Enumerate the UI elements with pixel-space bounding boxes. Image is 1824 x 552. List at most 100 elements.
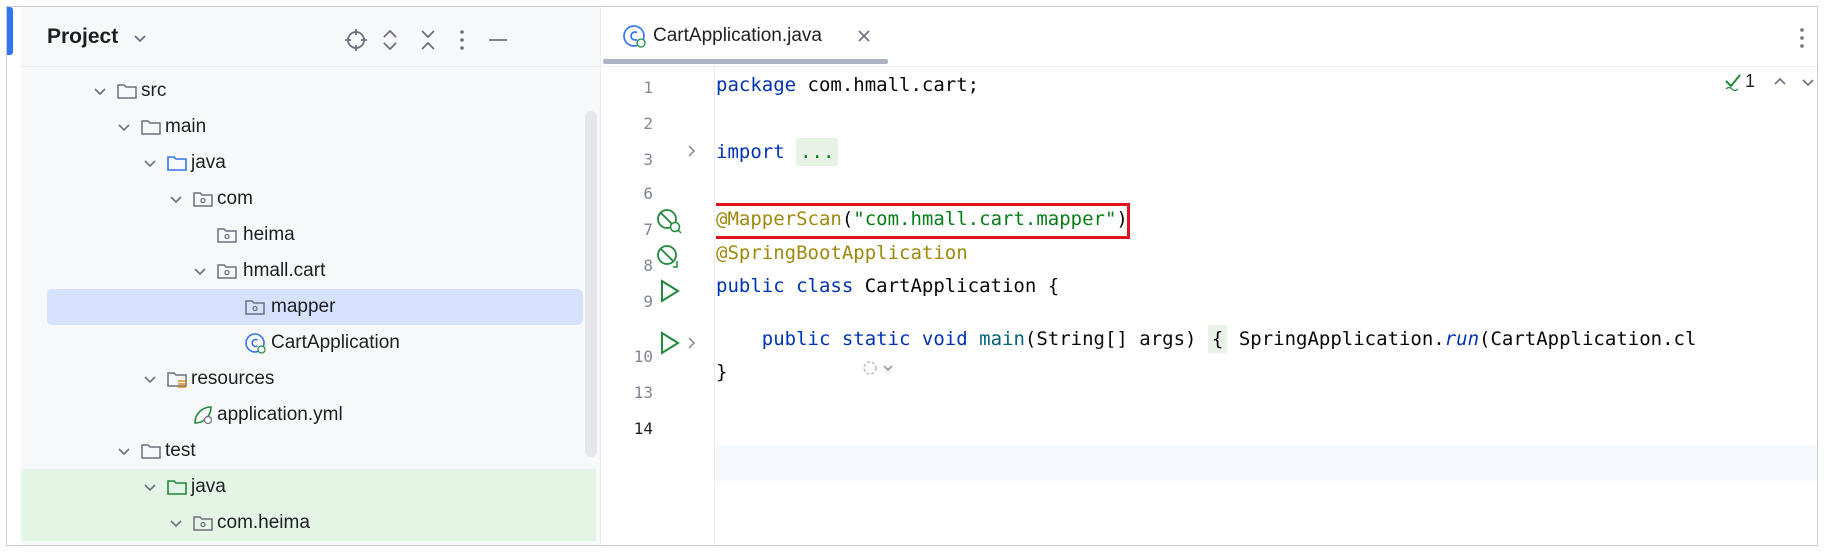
mybatis-mapper-icon[interactable] <box>655 207 683 235</box>
check-icon <box>1723 71 1743 92</box>
editor-gutter: 1 2 3 6 7 8 9 10 13 14 <box>603 67 715 545</box>
annotation: @MapperScan <box>716 208 842 230</box>
line-number: 14 <box>633 419 653 438</box>
tree-item-label: heima <box>243 224 295 245</box>
code-line-7: @MapperScan("com.hmall.cart.mapper") <box>716 208 1128 230</box>
chevron-down-icon[interactable] <box>91 82 109 100</box>
editor-tab-bar: CartApplication.java <box>603 7 1817 67</box>
code-text: SpringApplication. <box>1227 328 1445 350</box>
chevron-up-icon[interactable] <box>1771 73 1789 91</box>
minimize-icon[interactable] <box>485 27 511 53</box>
chevron-down-icon[interactable] <box>1799 73 1817 91</box>
tree-item-test-java[interactable]: java <box>21 469 596 505</box>
folded-body-brace[interactable]: { <box>1207 325 1228 353</box>
chevron-down-icon[interactable] <box>191 262 209 280</box>
fold-expand-icon[interactable] <box>683 335 699 351</box>
tree-item-label: com.heima <box>217 512 310 533</box>
chevron-down-icon[interactable] <box>141 154 159 172</box>
keyword: import <box>716 141 785 163</box>
tree-item-main[interactable]: main <box>21 109 581 145</box>
keyword: package <box>716 74 797 96</box>
tree-item-label: mapper <box>271 296 336 317</box>
inlay-hint-icon[interactable] <box>860 357 896 379</box>
tree-item-heima[interactable]: heima <box>21 217 581 253</box>
run-icon[interactable] <box>655 329 683 357</box>
tree-scrollbar[interactable] <box>585 111 597 457</box>
run-icon[interactable] <box>655 277 683 305</box>
code-line-1: package com.hmall.cart; <box>716 74 979 96</box>
folder-icon <box>139 439 163 463</box>
line-number: 13 <box>633 383 653 402</box>
code-text: (String[] args) <box>1024 328 1208 350</box>
code-line-10: public static void main(String[] args) {… <box>716 325 1697 353</box>
code-line-8: @SpringBootApplication <box>716 242 968 264</box>
tree-item-hmall-cart[interactable]: hmall.cart <box>21 253 581 289</box>
tree-item-label: src <box>141 80 167 101</box>
code-line-9: public class CartApplication { <box>716 275 1059 297</box>
locate-icon[interactable] <box>343 27 369 53</box>
current-line-highlight <box>716 445 1817 481</box>
tree-item-cart-application[interactable]: CartApplication <box>21 325 581 361</box>
package-icon <box>243 295 267 319</box>
spring-config-icon <box>191 403 215 427</box>
tree-item-com-heima[interactable]: com.heima <box>21 505 596 541</box>
panel-title[interactable]: Project <box>47 25 118 49</box>
tree-item-src[interactable]: src <box>21 73 581 109</box>
expand-all-icon[interactable] <box>377 27 403 53</box>
resources-folder-icon <box>165 367 189 391</box>
tree-item-label: application.yml <box>217 404 343 425</box>
chevron-down-icon[interactable] <box>115 118 133 136</box>
tree-item-java[interactable]: java <box>21 145 581 181</box>
chevron-down-icon[interactable] <box>167 190 185 208</box>
code-line-3: import ... <box>716 138 839 166</box>
more-icon[interactable] <box>1791 25 1813 51</box>
tree-item-test[interactable]: test <box>21 433 581 469</box>
spring-class-icon <box>243 331 267 355</box>
line-number: 8 <box>643 256 653 275</box>
line-number: 7 <box>643 220 653 239</box>
package-icon <box>191 187 215 211</box>
tree-item-label: main <box>165 116 207 137</box>
package-icon <box>191 511 215 535</box>
package-icon <box>215 223 239 247</box>
tree-item-label: test <box>165 440 196 461</box>
chevron-down-icon[interactable] <box>167 514 185 532</box>
line-number: 1 <box>643 78 653 97</box>
package-icon <box>215 259 239 283</box>
line-number: 10 <box>633 347 653 366</box>
code-text: } <box>716 361 728 383</box>
code-text: ) <box>1116 208 1128 230</box>
folder-icon <box>139 115 163 139</box>
folded-imports[interactable]: ... <box>796 138 839 166</box>
chevron-down-icon[interactable] <box>141 478 159 496</box>
more-icon[interactable] <box>449 27 475 53</box>
tree-item-mapper[interactable]: mapper <box>47 289 583 325</box>
code-text: (CartApplication.cl <box>1479 328 1697 350</box>
project-panel-header: Project <box>21 7 600 67</box>
tree-item-label: hmall.cart <box>243 260 326 281</box>
fold-expand-icon[interactable] <box>683 143 699 159</box>
line-number: 2 <box>643 114 653 133</box>
ide-window: Project src main java com heima hmall.ca… <box>6 6 1818 546</box>
test-folder-icon <box>165 475 189 499</box>
chevron-down-icon[interactable] <box>129 27 151 49</box>
chevron-down-icon[interactable] <box>141 370 159 388</box>
chevron-down-icon[interactable] <box>115 442 133 460</box>
tree-item-label: java <box>191 152 226 173</box>
tree-item-application-yml[interactable]: application.yml <box>21 397 581 433</box>
line-number: 6 <box>643 184 653 203</box>
close-icon[interactable] <box>853 25 875 47</box>
code-editor: CartApplication.java 1 2 3 6 7 8 9 10 13… <box>603 7 1817 545</box>
tree-item-resources[interactable]: resources <box>21 361 581 397</box>
tool-window-accent <box>7 7 13 55</box>
keyword: public static void <box>761 328 968 350</box>
code-text: CartApplication { <box>853 275 1060 297</box>
tab-cart-application[interactable]: CartApplication.java <box>603 7 888 67</box>
spring-boot-icon[interactable] <box>655 243 683 271</box>
string-literal: "com.hmall.cart.mapper" <box>853 208 1117 230</box>
code-area[interactable]: package com.hmall.cart; import ... @Mapp… <box>716 67 1817 545</box>
tree-item-com[interactable]: com <box>21 181 581 217</box>
project-tool-window: Project src main java com heima hmall.ca… <box>21 7 601 545</box>
collapse-all-icon[interactable] <box>415 27 441 53</box>
tree-item-label: com <box>217 188 253 209</box>
